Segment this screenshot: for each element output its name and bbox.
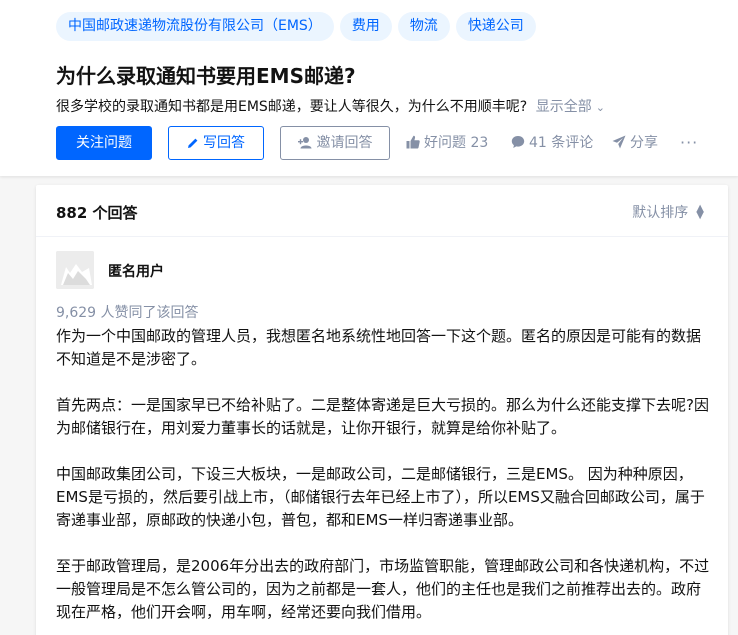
answer-count: 882 个回答: [56, 204, 138, 222]
answers-list-header: 882 个回答 默认排序 ▲ ▼: [36, 185, 728, 237]
good-question-button[interactable]: 好问题 23: [406, 126, 488, 160]
show-all-label: 显示全部: [535, 99, 592, 115]
author-name[interactable]: 匿名用户: [108, 261, 164, 281]
pencil-icon: [188, 138, 198, 148]
thumbs-up-icon: [406, 135, 420, 149]
write-answer-label: 写回答: [203, 135, 245, 151]
question-detail-text: 很多学校的录取通知书都是用EMS邮递，要让人等很久，为什么不用顺丰呢?: [56, 99, 528, 115]
good-question-label: 好问题 23: [424, 135, 489, 151]
vote-count: 9,629 人赞同了该回答: [56, 305, 199, 321]
write-answer-button[interactable]: 写回答: [168, 126, 264, 160]
follow-question-label: 关注问题: [76, 135, 132, 151]
comments-label: 41 条评论: [529, 135, 594, 151]
topic-tag-fee[interactable]: 费用: [339, 12, 392, 41]
question-actions: 关注问题 写回答 邀请回答 好问题 23 41 条评论 分享 ···: [56, 126, 706, 160]
sort-updown-icon: ▲ ▼: [696, 203, 704, 221]
share-button[interactable]: 分享: [612, 126, 658, 160]
comment-icon: [511, 136, 525, 148]
topic-tag-ems[interactable]: 中国邮政速递物流股份有限公司（EMS）: [56, 12, 334, 41]
question-title: 为什么录取通知书要用EMS邮递?: [56, 64, 356, 88]
invite-answer-button[interactable]: 邀请回答: [280, 126, 390, 160]
sort-select[interactable]: 默认排序 ▲ ▼: [632, 202, 704, 222]
answer-content: 作为一个中国邮政的管理人员，我想匿名地系统性地回答一下这个题。匿名的原因是可能有…: [56, 325, 711, 635]
question-detail: 很多学校的录取通知书都是用EMS邮递，要让人等很久，为什么不用顺丰呢? 显示全部…: [56, 96, 605, 116]
sort-label: 默认排序: [632, 205, 689, 221]
avatar[interactable]: [56, 251, 94, 289]
question-header: 中国邮政速递物流股份有限公司（EMS） 费用 物流 快递公司 为什么录取通知书要…: [0, 0, 738, 176]
follow-question-button[interactable]: 关注问题: [56, 126, 152, 160]
show-all-button[interactable]: 显示全部 ⌄: [536, 99, 605, 115]
share-plane-icon: [612, 135, 626, 149]
add-user-icon: [297, 137, 311, 149]
answer-paragraph: 中国邮政集团公司，下设三大板块，一是邮政公司，二是邮储银行，三是EMS。 因为种…: [56, 465, 705, 529]
answer-paragraph: 首先两点：一是国家早已不给补贴了。二是整体寄递是巨大亏损的。那么为什么还能支撑下…: [56, 396, 709, 437]
topic-tag-logistics[interactable]: 物流: [397, 12, 450, 41]
topic-tags: 中国邮政速递物流股份有限公司（EMS） 费用 物流 快递公司: [56, 12, 536, 41]
chevron-down-icon: ⌄: [595, 101, 605, 114]
comments-button[interactable]: 41 条评论: [511, 126, 593, 160]
more-options-icon[interactable]: ···: [680, 126, 698, 160]
anonymous-avatar-icon: [56, 251, 94, 289]
answers-card: 882 个回答 默认排序 ▲ ▼ 匿名用户 9,629 人赞同了该回答 作为一个中国…: [36, 185, 728, 635]
invite-answer-label: 邀请回答: [316, 135, 373, 151]
topic-tag-express-company[interactable]: 快递公司: [455, 12, 536, 41]
answer-paragraph: 作为一个中国邮政的管理人员，我想匿名地系统性地回答一下这个题。匿名的原因是可能有…: [56, 327, 702, 368]
share-label: 分享: [630, 135, 658, 151]
answer-paragraph: 至于邮政管理局，是2006年分出去的政府部门，市场监管职能，管理邮政公司和各快递…: [56, 557, 710, 621]
